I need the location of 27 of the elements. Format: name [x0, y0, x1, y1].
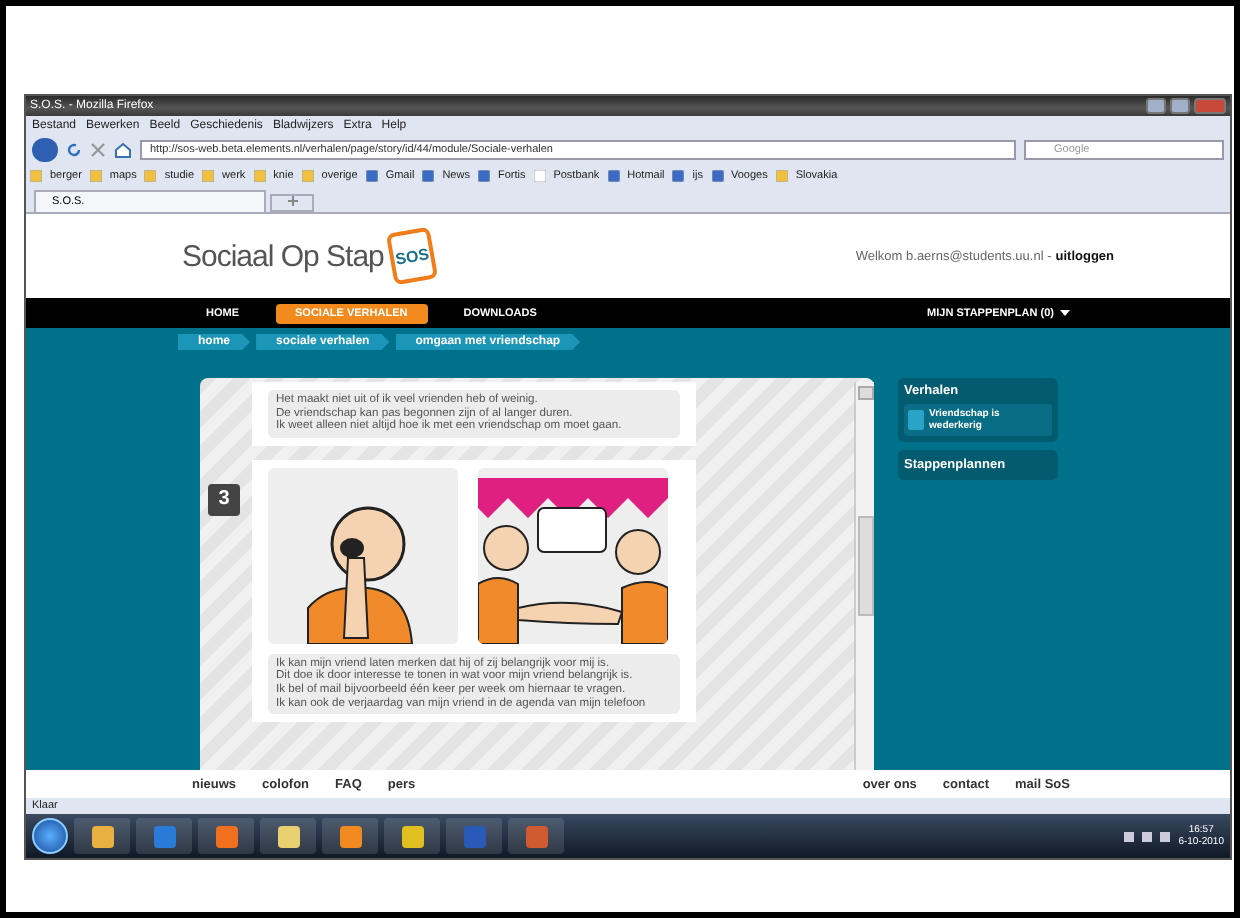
site-icon	[672, 170, 685, 182]
plus-icon	[287, 196, 297, 206]
new-tab-button[interactable]	[270, 194, 314, 212]
maximize-button[interactable]	[1170, 98, 1190, 114]
home-icon[interactable]	[114, 141, 132, 157]
scrollbar[interactable]	[854, 382, 874, 770]
site-icon	[477, 170, 490, 182]
folder-icon	[301, 170, 314, 182]
folder-icon	[775, 170, 788, 182]
minimize-button[interactable]	[1146, 98, 1166, 114]
folder-icon	[89, 170, 102, 182]
step-number: 3	[208, 483, 240, 516]
folder-icon	[144, 170, 157, 182]
folder-icon	[253, 170, 266, 182]
caret-icon	[1060, 310, 1070, 316]
logo-badge: SOS	[385, 226, 438, 286]
folder-icon	[202, 170, 215, 182]
site-logo[interactable]: Sociaal Op Stap	[182, 239, 384, 273]
reload-icon[interactable]	[66, 141, 82, 157]
folder-icon	[30, 170, 42, 182]
site-icon	[422, 170, 435, 182]
page-icon	[533, 170, 546, 182]
site-icon	[711, 170, 723, 182]
stop-icon[interactable]	[90, 141, 106, 157]
start-button[interactable]	[32, 818, 68, 854]
site-icon	[365, 170, 378, 182]
site-icon	[607, 170, 620, 182]
